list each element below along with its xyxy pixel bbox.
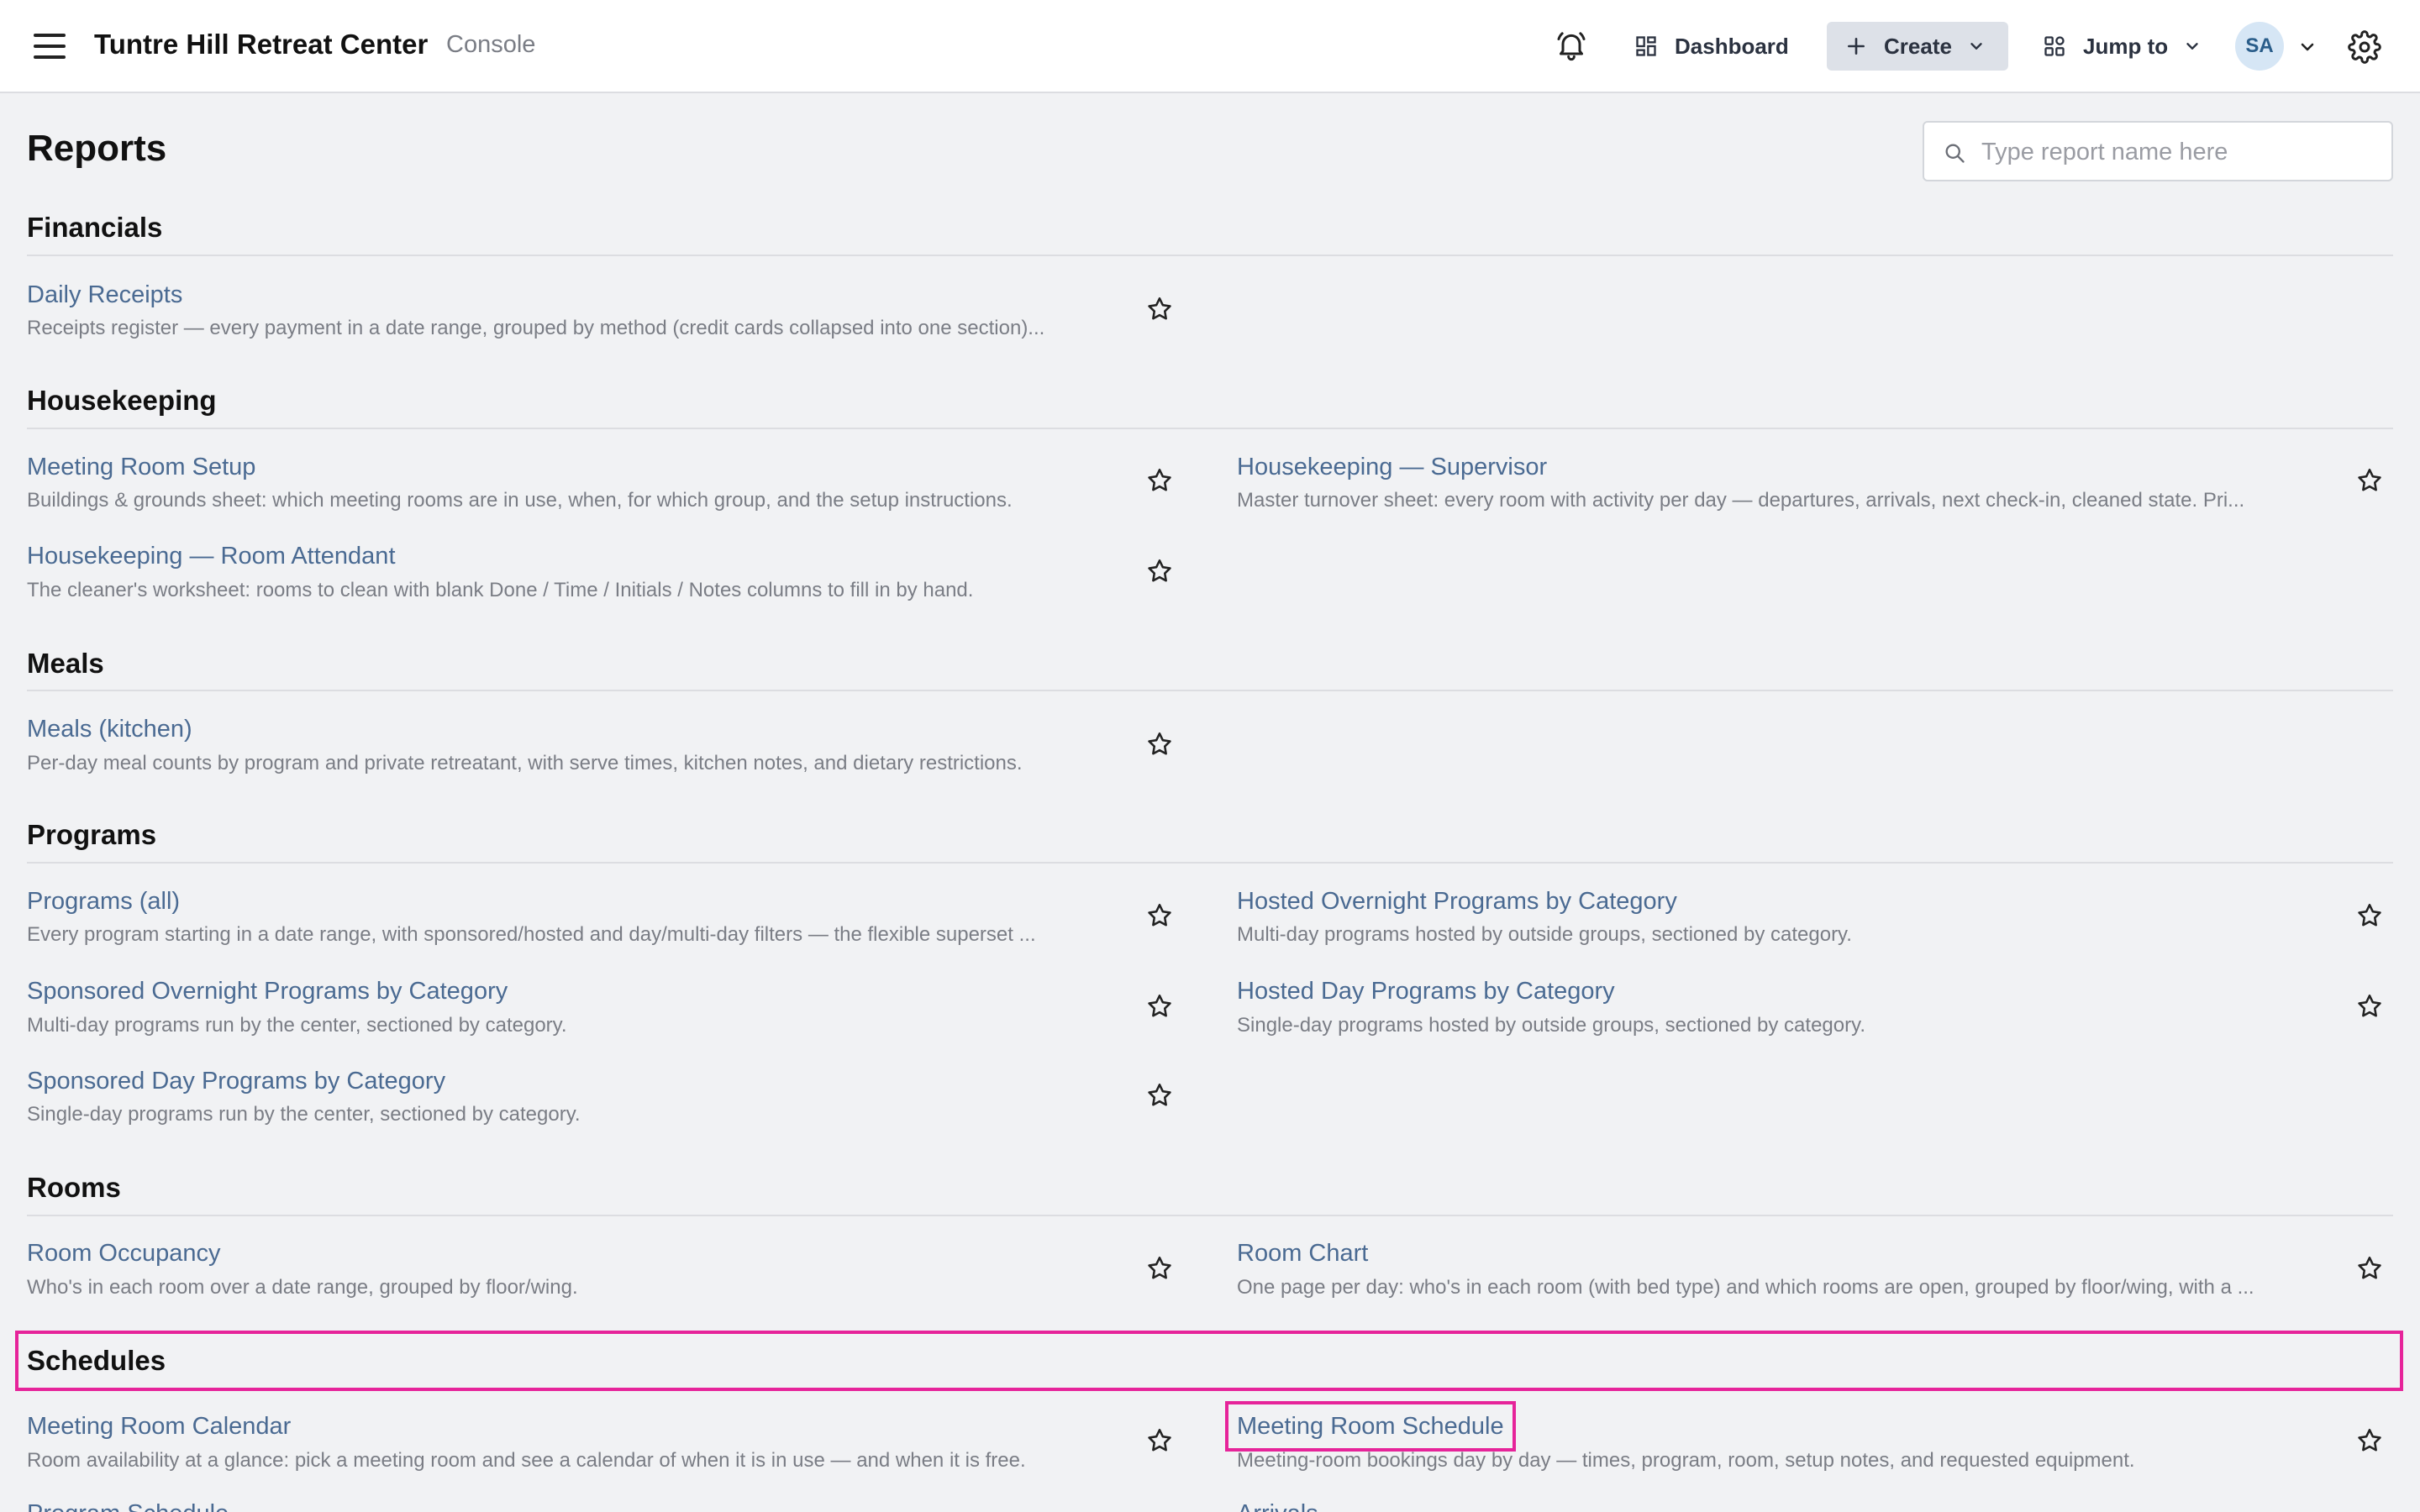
report-description: Master turnover sheet: every room with a… (1237, 489, 2245, 512)
section-programs: Programs (27, 819, 157, 850)
section-meals: Meals (27, 648, 104, 679)
report-description: Single-day programs hosted by outside gr… (1237, 1014, 1865, 1037)
report-meeting-room-setup[interactable]: Meeting Room Setup (27, 454, 255, 481)
star-icon[interactable] (1145, 730, 1174, 759)
report-description: Room availability at a glance: pick a me… (27, 1449, 1026, 1472)
search-icon (1945, 144, 1965, 163)
jump-icon (2044, 36, 2065, 56)
star-icon[interactable] (1145, 1254, 1174, 1283)
report-description: Single-day programs run by the center, s… (27, 1103, 581, 1126)
star-icon[interactable] (2355, 992, 2384, 1021)
section-rooms: Rooms (27, 1172, 121, 1203)
search-input[interactable] (1981, 134, 2376, 170)
app-subtitle: Console (446, 31, 536, 58)
report-sponsored-day-programs[interactable]: Sponsored Day Programs by Category (27, 1068, 445, 1095)
section-schedules: Schedules (27, 1345, 166, 1376)
report-housekeeping-supervisor[interactable]: Housekeeping — Supervisor (1237, 454, 1547, 481)
divider (27, 428, 2393, 429)
dashboard-icon (1636, 36, 1656, 56)
chevron-down-icon (1970, 43, 1982, 50)
star-icon[interactable] (2355, 466, 2384, 495)
divider (27, 690, 2393, 691)
star-icon[interactable] (1145, 466, 1174, 495)
report-hosted-day-programs[interactable]: Hosted Day Programs by Category (1237, 978, 1615, 1005)
chevron-down-icon (2186, 43, 2198, 50)
highlight-box (15, 1331, 2403, 1391)
app-title[interactable]: Tuntre Hill Retreat Center (94, 29, 428, 60)
report-hosted-overnight-programs[interactable]: Hosted Overnight Programs by Category (1237, 888, 1677, 916)
report-meals-kitchen[interactable]: Meals (kitchen) (27, 716, 192, 743)
top-bar: Tuntre Hill Retreat Center Console Dashb… (0, 0, 2420, 93)
report-meeting-room-calendar[interactable]: Meeting Room Calendar (27, 1413, 291, 1441)
avatar[interactable]: SA (2235, 22, 2284, 71)
report-description: One page per day: who's in each room (wi… (1237, 1276, 2254, 1299)
plus-icon (1848, 38, 1865, 55)
report-room-occupancy[interactable]: Room Occupancy (27, 1240, 221, 1268)
jump-to-button[interactable]: Jump to (2043, 22, 2218, 71)
star-icon[interactable] (2355, 1426, 2384, 1455)
star-icon[interactable] (2355, 901, 2384, 930)
report-room-chart[interactable]: Room Chart (1237, 1240, 1368, 1268)
star-icon[interactable] (1145, 1426, 1174, 1455)
report-description: Per-day meal counts by program and priva… (27, 752, 1023, 774)
bell-icon[interactable] (1555, 29, 1588, 62)
report-sponsored-overnight-programs[interactable]: Sponsored Overnight Programs by Category (27, 978, 508, 1005)
report-description: Who's in each room over a date range, gr… (27, 1276, 578, 1299)
report-search[interactable] (1923, 121, 2393, 181)
dashboard-label: Dashboard (1675, 33, 1789, 59)
report-description: Multi-day programs hosted by outside gro… (1237, 923, 1852, 946)
gear-icon[interactable] (2348, 30, 2381, 64)
section-financials: Financials (27, 212, 163, 243)
jump-to-label: Jump to (2083, 33, 2169, 59)
report-description: Receipts register — every payment in a d… (27, 317, 1045, 339)
star-icon[interactable] (1145, 1081, 1174, 1110)
report-description: The cleaner's worksheet: rooms to clean … (27, 579, 974, 601)
menu-icon[interactable] (34, 32, 67, 60)
report-programs-all[interactable]: Programs (all) (27, 888, 180, 916)
star-icon[interactable] (1145, 557, 1174, 585)
page-title: Reports (27, 128, 167, 169)
divider (27, 255, 2393, 256)
star-icon[interactable] (1145, 295, 1174, 323)
report-description: Meeting-room bookings day by day — times… (1237, 1449, 2135, 1472)
create-button[interactable]: Create (1827, 22, 2008, 71)
report-description: Every program starting in a date range, … (27, 923, 1036, 946)
report-arrivals[interactable]: Arrivals (1237, 1500, 1318, 1512)
divider (27, 862, 2393, 864)
report-daily-receipts[interactable]: Daily Receipts (27, 281, 182, 309)
dashboard-button[interactable]: Dashboard (1634, 22, 1789, 71)
report-description: Multi-day programs run by the center, se… (27, 1014, 567, 1037)
star-icon[interactable] (2355, 1254, 2384, 1283)
star-icon[interactable] (1145, 992, 1174, 1021)
report-program-schedule[interactable]: Program Schedule (27, 1500, 229, 1512)
report-meeting-room-schedule[interactable]: Meeting Room Schedule (1237, 1413, 1504, 1441)
create-label: Create (1884, 33, 1952, 59)
report-description: Buildings & grounds sheet: which meeting… (27, 489, 1013, 512)
chevron-down-icon[interactable] (2297, 37, 2317, 57)
divider (27, 1215, 2393, 1216)
section-housekeeping: Housekeeping (27, 385, 217, 416)
star-icon[interactable] (1145, 901, 1174, 930)
report-housekeeping-room-attendant[interactable]: Housekeeping — Room Attendant (27, 543, 396, 570)
